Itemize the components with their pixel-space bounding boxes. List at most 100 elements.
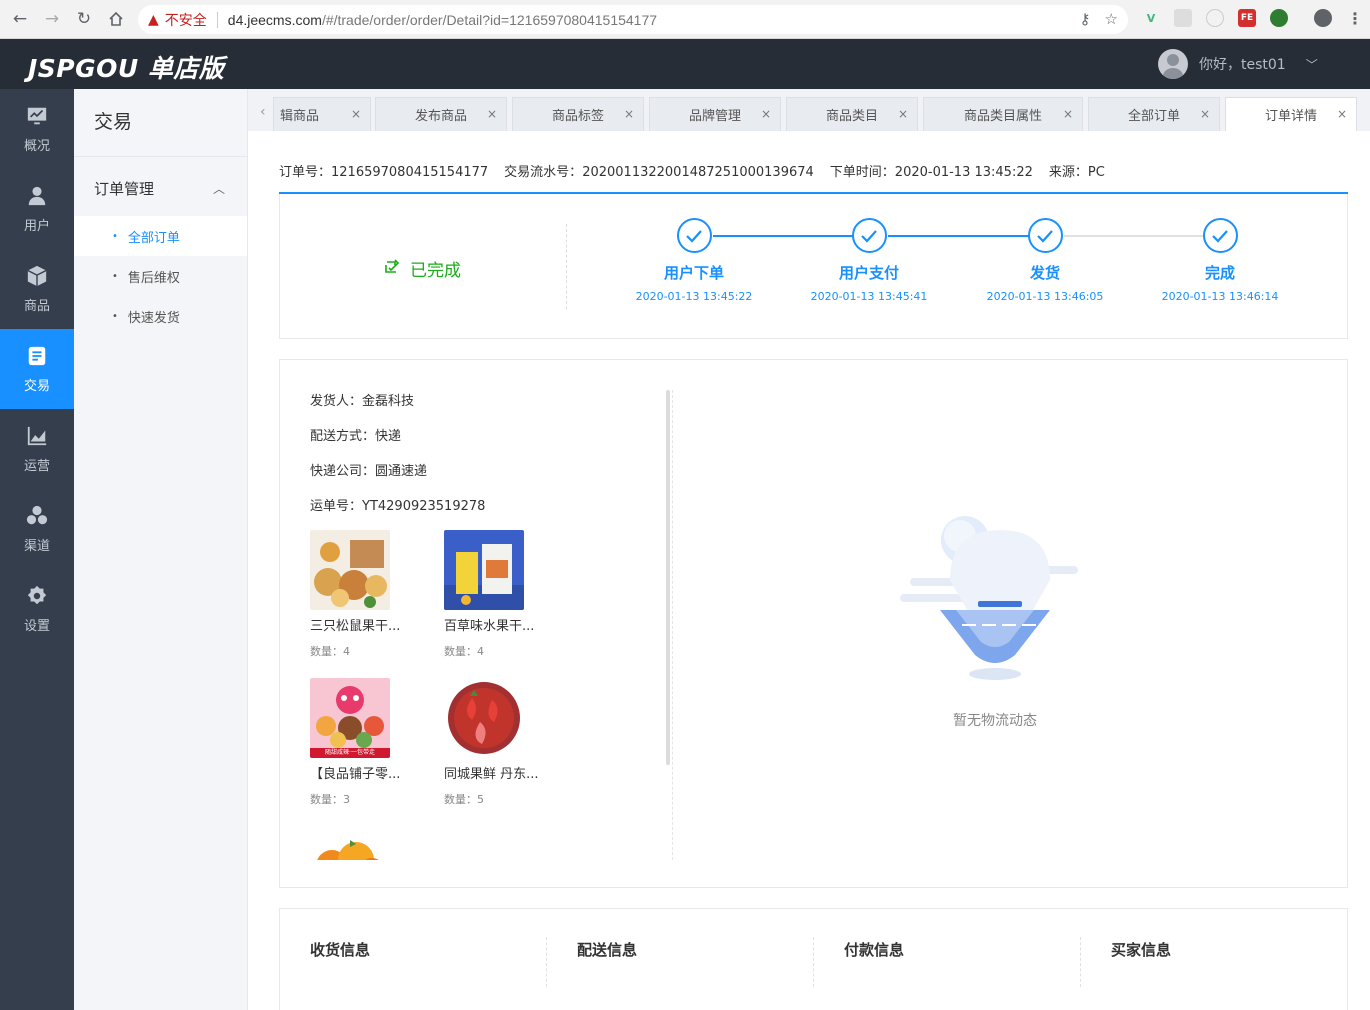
home-icon[interactable] [100, 3, 132, 35]
close-icon[interactable]: × [351, 107, 361, 121]
order-time-value: 2020-01-13 13:45:22 [894, 165, 1033, 180]
cube-icon [27, 265, 47, 286]
tab-all-orders[interactable]: 全部订单 × [1088, 97, 1220, 131]
nav-item-channels[interactable]: 渠道 [0, 489, 74, 569]
divider [216, 11, 218, 28]
product-name: 三只松鼠果干... [310, 619, 401, 634]
product-list[interactable]: 三只松鼠果干... 数量：4 百草味水果干... 数量：4 随甜咸辣·一包带走 … [310, 530, 670, 860]
user-menu[interactable]: 你好，test01 ﹀ [1158, 49, 1318, 79]
tab-goods-tags[interactable]: 商品标签 × [512, 97, 644, 131]
close-icon[interactable]: × [1063, 107, 1073, 121]
gear-icon [27, 585, 47, 604]
step-completed: 完成 2020-01-13 13:46:14 [1150, 218, 1290, 303]
nav-label: 用户 [23, 218, 50, 234]
nav-label: 设置 [23, 618, 50, 634]
menu-icon[interactable]: ⋮ [1346, 9, 1364, 28]
step-name: 用户下单 [663, 264, 724, 282]
tab-order-detail[interactable]: 订单详情 × [1225, 97, 1357, 131]
nav-item-goods[interactable]: 商品 [0, 249, 74, 329]
product-item[interactable] [310, 826, 430, 860]
close-icon[interactable]: × [898, 107, 908, 121]
tab-categories[interactable]: 商品类目 × [786, 97, 918, 131]
empty-illustration-icon [900, 516, 1078, 680]
order-time-label: 下单时间： [829, 165, 895, 180]
sub-nav-item-all-orders[interactable]: 全部订单 [74, 216, 247, 256]
profile-icon[interactable] [1314, 9, 1332, 27]
product-name: 【良品铺子零... [310, 767, 401, 782]
tab-category-attrs[interactable]: 商品类目属性 × [923, 97, 1083, 131]
sub-nav-group[interactable]: 订单管理 ︿ [74, 160, 247, 216]
tab-label: 品牌管理 [688, 109, 741, 124]
star-icon[interactable]: ☆ [1105, 10, 1118, 28]
close-icon[interactable]: × [1337, 107, 1347, 121]
logo: JSPGOU 单店版 [28, 54, 225, 83]
nav-label: 渠道 [23, 538, 50, 554]
fe-extension-icon[interactable]: FE [1238, 9, 1256, 27]
delivery-method: 配送方式：快递 [310, 429, 402, 444]
close-icon[interactable]: × [624, 107, 634, 121]
divider [813, 937, 814, 987]
address-bar[interactable]: ▲ 不安全 d4.jeecms.com/#/trade/order/order/… [138, 5, 1128, 34]
serial-number: 交易流水号：2020011322001487251000139674 [504, 161, 814, 180]
order-source-value: PC [1087, 165, 1105, 180]
warning-icon: ▲ [148, 11, 159, 28]
step-order-placed: 用户下单 2020-01-13 13:45:22 [624, 218, 764, 303]
nav-item-operations[interactable]: 运营 [0, 409, 74, 489]
sender: 发货人：金磊科技 [310, 394, 415, 409]
nav-label: 运营 [23, 458, 50, 474]
product-item[interactable]: 三只松鼠果干... 数量：4 [310, 530, 430, 659]
order-source-label: 来源： [1048, 165, 1088, 180]
tab-edit-goods[interactable]: 辑商品 × [273, 97, 371, 131]
back-icon[interactable]: ← [4, 3, 36, 35]
product-item[interactable]: 同城果鲜 丹东... 数量：5 [444, 678, 564, 807]
sub-nav-item-quick-ship[interactable]: 快速发货 [74, 296, 247, 336]
close-icon[interactable]: × [1200, 107, 1210, 121]
check-icon [1202, 218, 1238, 253]
product-item[interactable]: 随甜咸辣·一包带走 【良品铺子零... 数量：3 [310, 678, 430, 807]
divider [1080, 937, 1081, 987]
extension-icon[interactable] [1270, 9, 1288, 27]
divider [566, 224, 567, 309]
nav-item-overview[interactable]: 概况 [0, 89, 74, 169]
nav-item-settings[interactable]: 设置 [0, 569, 74, 649]
scrollbar[interactable] [666, 390, 670, 765]
tab-publish-goods[interactable]: 发布商品 × [375, 97, 507, 131]
vue-extension-icon[interactable]: V [1142, 9, 1160, 27]
extension-icon[interactable] [1174, 9, 1192, 27]
status-label: 已完成 [410, 261, 461, 281]
product-item[interactable]: 百草味水果干... 数量：4 [444, 530, 564, 659]
product-name: 百草味水果干... [444, 619, 535, 634]
product-quantity: 数量：3 [310, 793, 350, 806]
key-icon[interactable]: ⚷ [1080, 10, 1091, 28]
product-image [444, 678, 524, 758]
step-name: 完成 [1204, 264, 1235, 282]
insecure-label: 不安全 [164, 12, 207, 29]
payment-info-title: 付款信息 [844, 941, 905, 959]
forward-icon[interactable]: → [36, 3, 68, 35]
empty-logistics: 暂无物流动态 [900, 510, 1090, 730]
close-icon[interactable]: × [761, 107, 771, 121]
product-quantity: 数量：4 [444, 645, 484, 658]
divider [546, 937, 547, 987]
product-name: 同城果鲜 丹东... [444, 767, 539, 782]
product-banner: 随甜咸辣·一包带走 [325, 749, 375, 756]
step-time: 2020-01-13 13:45:22 [635, 290, 753, 303]
user-icon [28, 186, 46, 205]
close-icon[interactable]: × [487, 107, 497, 121]
order-detail-page: 订单号：1216597080415154177 交易流水号：2020011322… [248, 131, 1370, 1010]
tab-brands[interactable]: 品牌管理 × [649, 97, 781, 131]
check-icon [1027, 218, 1063, 253]
step-time: 2020-01-13 13:46:14 [1161, 290, 1279, 303]
nav-item-users[interactable]: 用户 [0, 169, 74, 249]
app-header: JSPGOU 单店版 你好，test01 ﹀ [0, 39, 1370, 89]
product-quantity: 数量：4 [310, 645, 350, 658]
serial-label: 交易流水号： [504, 165, 583, 180]
extension-icon[interactable] [1206, 9, 1224, 27]
sub-nav-item-after-sales[interactable]: 售后维权 [74, 256, 247, 296]
chevron-left-icon[interactable]: ‹ [260, 104, 266, 120]
monitor-icon [27, 107, 47, 124]
reload-icon[interactable]: ↻ [68, 3, 100, 35]
nav-item-trade[interactable]: 交易 [0, 329, 74, 409]
document-icon [28, 346, 46, 365]
product-quantity: 数量：5 [444, 793, 484, 806]
